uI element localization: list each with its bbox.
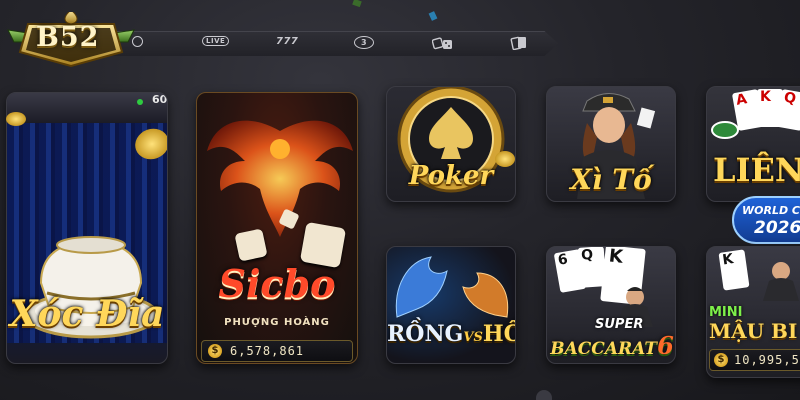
game-title: MẬU BI	[709, 319, 798, 343]
category-live[interactable]: LIVE	[202, 36, 230, 46]
game-title: Xóc Đĩa	[9, 293, 165, 335]
jackpot-display: $ 10,995,5	[709, 349, 800, 371]
game-card-poker[interactable]: Poker	[386, 86, 516, 202]
badge-line2: 2026	[754, 218, 800, 238]
game-card-rong-ho[interactable]: RỒNGVSHỔ	[386, 246, 516, 364]
title-top: SUPER	[595, 317, 644, 332]
category-dice-games[interactable]	[432, 36, 454, 50]
game-title: Sicbo	[218, 261, 336, 306]
online-dot-icon	[137, 99, 143, 105]
title-top: MINI	[709, 305, 743, 320]
game-subtitle: PHƯỢNG HOÀNG	[224, 317, 330, 328]
dollar-coin-icon: $	[208, 344, 222, 358]
confetti-decoration	[428, 11, 438, 21]
category-slots[interactable]: 777	[276, 36, 298, 47]
world-cup-badge[interactable]: WORLD C 2026	[732, 196, 800, 244]
dice-image	[234, 228, 268, 262]
game-card-mau-binh[interactable]: K MINI MẬU BI $ 10,995,5	[706, 246, 800, 378]
confetti-decoration	[352, 0, 362, 8]
game-title: Xì Tố	[570, 163, 652, 196]
game-card-sicbo[interactable]: Sicbo PHƯỢNG HOÀNG $ 6,578,861	[196, 92, 358, 364]
dice-cards-icon	[432, 37, 452, 50]
game-title: Poker	[408, 161, 494, 191]
online-count: 60	[152, 93, 168, 106]
live-icon: LIVE	[202, 36, 230, 46]
jackpot-value: 6,578,861	[230, 344, 305, 358]
category-card-games[interactable]	[510, 36, 528, 50]
logo-text: B52	[36, 22, 100, 53]
badge-line1: WORLD C	[742, 204, 800, 217]
slot-777-icon: 777	[276, 36, 299, 47]
b52-logo[interactable]: B52	[6, 4, 136, 72]
game-card-lieng[interactable]: A K Q LIÊNG	[706, 86, 800, 202]
title-main: BACCARAT	[550, 339, 658, 359]
playing-card-image: K	[718, 249, 750, 291]
title-vs: VS	[463, 330, 483, 345]
game-title: LIÊNG	[713, 151, 800, 189]
dollar-coin-icon: $	[714, 353, 728, 367]
coin-decoration	[6, 112, 26, 126]
dealer-man-image	[763, 262, 799, 301]
chip-3d-icon: 3	[354, 36, 374, 49]
game-title: RỒNGVSHỔ	[387, 321, 515, 347]
game-card-xi-to[interactable]: Xì Tố	[546, 86, 676, 202]
game-card-xoc-dia[interactable]: 60 Xóc Đĩa	[6, 92, 168, 364]
game-title: BACCARAT6	[547, 331, 675, 360]
category-3d[interactable]: 3	[354, 36, 374, 49]
game-card-super-baccarat[interactable]: 6 Q K SUPER BACCARAT6	[546, 246, 676, 364]
jackpot-value: 10,995,5	[734, 353, 800, 367]
stage-light	[7, 93, 167, 123]
jackpot-display: $ 6,578,861	[201, 340, 353, 362]
title-left: RỒNG	[387, 321, 464, 347]
category-bar: LIVE 777 3	[110, 31, 558, 56]
chip-stack-image	[711, 121, 739, 139]
playing-cards-icon	[510, 36, 526, 50]
title-num: 6	[657, 331, 674, 360]
scroll-indicator	[536, 390, 552, 400]
title-right: HỔ	[482, 321, 515, 347]
